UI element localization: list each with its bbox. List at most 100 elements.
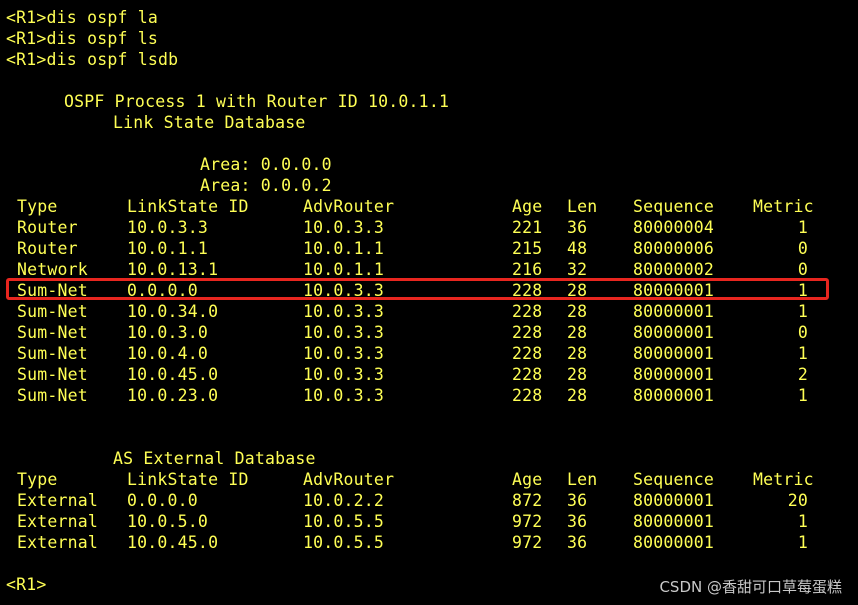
col-type-cell: Sum-Net [17, 302, 88, 321]
table-row: Sum-Net 10.0.3.0 10.0.3.3 228 28 80000001 0 [0, 322, 858, 343]
table-row: Sum-Net 10.0.45.0 10.0.3.3 228 28 80000001 2 [0, 364, 858, 385]
col-linkstate-id-cell: LinkState ID [127, 470, 249, 489]
area-label-0: Area: 0.0.0.0 [200, 155, 332, 174]
command-line-3: <R1>dis ospf lsdb [6, 50, 179, 69]
col-len-cell: 28 [567, 323, 588, 342]
col-len-cell: 28 [567, 302, 588, 321]
table-row: Network 10.0.13.1 10.0.1.1 216 32 80000002 0 [0, 259, 858, 280]
col-metric-cell: 2 [797, 365, 808, 384]
col-advrouter-cell: 10.0.5.5 [303, 533, 385, 552]
header-row: Type LinkState ID AdvRouter Age Len Sequence M… [0, 469, 858, 490]
col-metric-cell: 20 [787, 491, 808, 510]
col-len-cell: 32 [567, 260, 588, 279]
table-row: Router 10.0.1.1 10.0.1.1 215 48 80000006 0 [0, 238, 858, 259]
col-metric-cell: 1 [797, 218, 808, 237]
col-advrouter-cell: 10.0.3.3 [303, 344, 385, 363]
external-db-title: AS External Database [113, 449, 316, 468]
col-metric-cell: 1 [797, 344, 808, 363]
col-type-cell: Sum-Net [17, 323, 88, 342]
col-len-cell: Len [567, 470, 598, 489]
col-linkstate-id-cell: 10.0.45.0 [127, 533, 219, 552]
col-sequence-cell: 80000001 [633, 302, 715, 321]
command-line-1: <R1>dis ospf la [6, 8, 159, 27]
col-advrouter-cell: 10.0.3.3 [303, 218, 385, 237]
col-len-cell: 28 [567, 365, 588, 384]
col-advrouter-cell: 10.0.3.3 [303, 323, 385, 342]
col-advrouter-cell: 10.0.3.3 [303, 302, 385, 321]
col-sequence-cell: Sequence [633, 197, 715, 216]
col-sequence-cell: 80000001 [633, 365, 715, 384]
col-type-cell: Network [17, 260, 88, 279]
col-age-cell: Age [512, 197, 543, 216]
col-age-cell: 228 [512, 302, 543, 321]
col-type-cell: Router [17, 218, 78, 237]
col-age-cell: 221 [512, 218, 543, 237]
col-type-cell: External [17, 512, 99, 531]
table-row: External 0.0.0.0 10.0.2.2 872 36 80000001 20 [0, 490, 858, 511]
col-advrouter-cell: 10.0.3.3 [303, 386, 385, 405]
col-metric-cell: 0 [797, 260, 808, 279]
col-len-cell: Len [567, 197, 598, 216]
col-linkstate-id-cell: 10.0.3.0 [127, 323, 209, 342]
command-line-2: <R1>dis ospf ls [6, 29, 159, 48]
col-sequence-cell: 80000001 [633, 512, 715, 531]
command-prompt[interactable]: <R1> [6, 574, 47, 595]
col-age-cell: 215 [512, 239, 543, 258]
col-type-cell: Sum-Net [17, 344, 88, 363]
header-row: Type LinkState ID AdvRouter Age Len Sequence M… [0, 196, 858, 217]
table-row: Sum-Net 10.0.23.0 10.0.3.3 228 28 80000001 1 [0, 385, 858, 406]
area-label-2: Area: 0.0.0.2 [200, 176, 332, 195]
col-linkstate-id-cell: 10.0.34.0 [127, 302, 219, 321]
terminal-window[interactable]: { "commands": ["<R1>dis ospf la", "<R1>d… [0, 0, 858, 605]
col-sequence-cell: 80000002 [633, 260, 715, 279]
table-row: Router 10.0.3.3 10.0.3.3 221 36 80000004 1 [0, 217, 858, 238]
col-sequence-cell: Sequence [633, 470, 715, 489]
col-linkstate-id-cell: 10.0.23.0 [127, 386, 219, 405]
col-len-cell: 36 [567, 491, 588, 510]
col-age-cell: 228 [512, 323, 543, 342]
col-age-cell: Age [512, 470, 543, 489]
col-metric-cell: 0 [797, 239, 808, 258]
table-row: Sum-Net 10.0.4.0 10.0.3.3 228 28 80000001 1 [0, 343, 858, 364]
col-type-cell: Router [17, 239, 78, 258]
col-type-cell: External [17, 533, 99, 552]
col-type-cell: Sum-Net [17, 365, 88, 384]
col-linkstate-id-cell: 10.0.3.3 [127, 218, 209, 237]
col-age-cell: 228 [512, 386, 543, 405]
col-len-cell: 48 [567, 239, 588, 258]
col-type-cell: Type [17, 470, 58, 489]
col-age-cell: 972 [512, 533, 543, 552]
col-len-cell: 36 [567, 218, 588, 237]
col-linkstate-id-cell: 10.0.4.0 [127, 344, 209, 363]
col-metric-cell: Metric [753, 197, 814, 216]
col-advrouter-cell: 10.0.3.3 [303, 365, 385, 384]
table-row: External 10.0.45.0 10.0.5.5 972 36 80000001 1 [0, 532, 858, 553]
col-type-cell: Sum-Net [17, 386, 88, 405]
highlight-box-default-route [6, 278, 829, 300]
col-type-cell: Type [17, 197, 58, 216]
col-advrouter-cell: 10.0.2.2 [303, 491, 385, 510]
col-linkstate-id-cell: 10.0.13.1 [127, 260, 219, 279]
lsdb-title: Link State Database [113, 113, 306, 132]
col-sequence-cell: 80000006 [633, 239, 715, 258]
col-advrouter-cell: AdvRouter [303, 197, 395, 216]
col-sequence-cell: 80000001 [633, 344, 715, 363]
col-advrouter-cell: AdvRouter [303, 470, 395, 489]
col-metric-cell: 1 [797, 533, 808, 552]
col-advrouter-cell: 10.0.1.1 [303, 239, 385, 258]
table-row: External 10.0.5.0 10.0.5.5 972 36 80000001 1 [0, 511, 858, 532]
col-metric-cell: Metric [753, 470, 814, 489]
col-len-cell: 36 [567, 512, 588, 531]
table-row: Sum-Net 10.0.34.0 10.0.3.3 228 28 80000001 1 [0, 301, 858, 322]
col-advrouter-cell: 10.0.1.1 [303, 260, 385, 279]
col-metric-cell: 1 [797, 512, 808, 531]
col-age-cell: 216 [512, 260, 543, 279]
col-age-cell: 228 [512, 365, 543, 384]
col-sequence-cell: 80000001 [633, 323, 715, 342]
col-len-cell: 36 [567, 533, 588, 552]
col-sequence-cell: 80000001 [633, 386, 715, 405]
csdn-watermark: CSDN @香甜可口草莓蛋糕 [659, 578, 842, 596]
col-metric-cell: 1 [797, 386, 808, 405]
col-advrouter-cell: 10.0.5.5 [303, 512, 385, 531]
col-sequence-cell: 80000001 [633, 533, 715, 552]
